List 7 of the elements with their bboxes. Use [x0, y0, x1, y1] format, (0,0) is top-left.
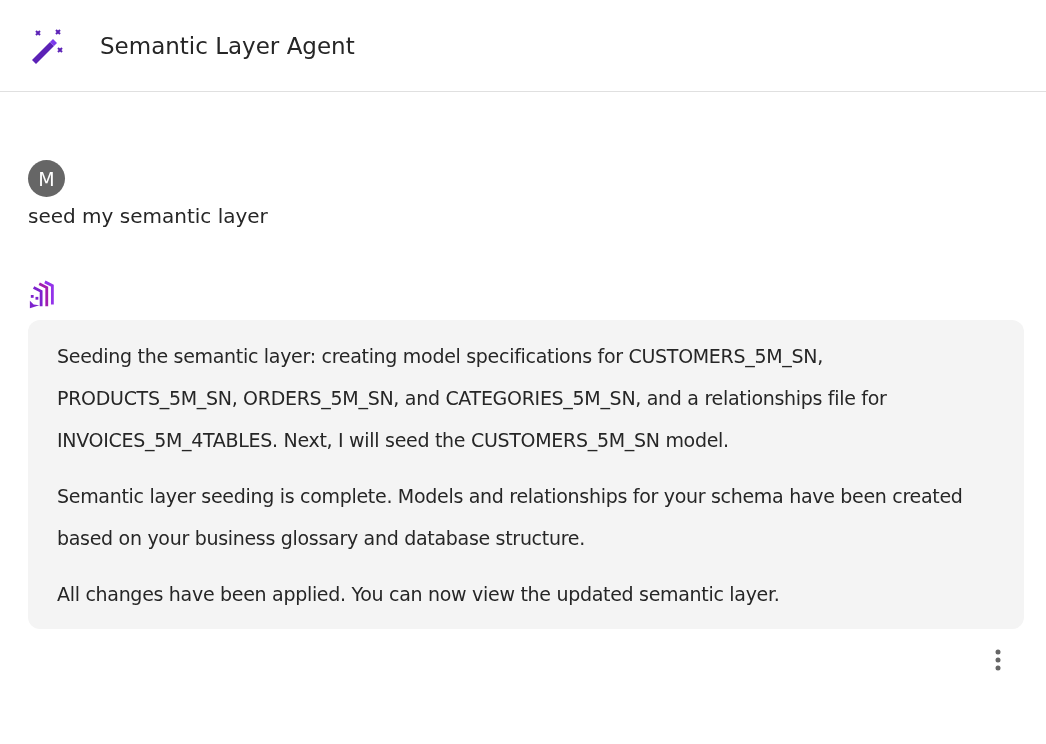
- user-message: seed my semantic layer: [28, 204, 268, 228]
- user-avatar: M: [28, 160, 65, 197]
- agent-message-text: Seeding the semantic layer: creating model specifications for CUSTOMERS_5M_SN, PRODUCTS_5M_SN, ORDERS_5M_SN, and CATEGORIES_5M_SN, and a relationships file for INVOICES_5M_4TABLES. Next, I will seed the CUSTOMERS_5M_SN model.: [57, 344, 888, 454]
- app-title: Semantic Layer Agent: [100, 32, 355, 59]
- agent-message-text: All changes have been applied. You can now view the updated semantic layer.: [57, 582, 781, 607]
- agent-message-text: Semantic layer seeding is complete. Models and relationships for your schema have been created based on your business glossary and database structure.: [57, 484, 964, 551]
- more-options-icon[interactable]: [995, 649, 1001, 671]
